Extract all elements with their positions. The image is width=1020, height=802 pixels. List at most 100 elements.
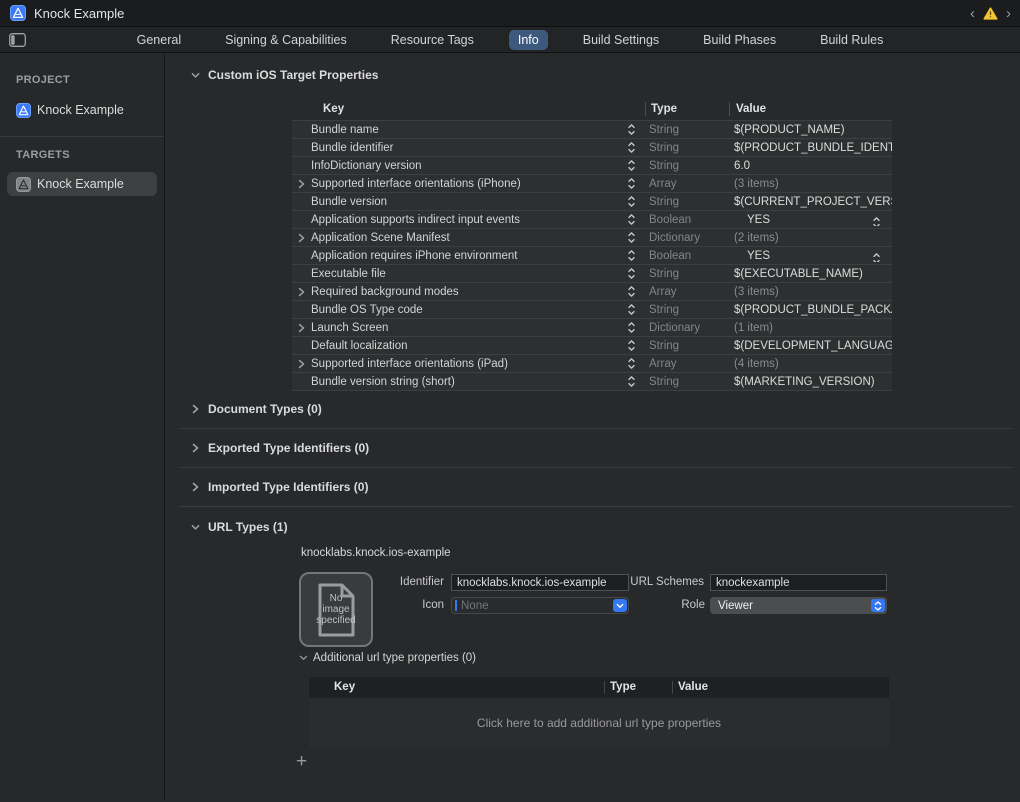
key-stepper-icon[interactable] [626, 141, 649, 154]
plist-row[interactable]: Required background modesArray(3 items) [292, 282, 892, 300]
row-type[interactable]: Array [649, 286, 734, 298]
row-value[interactable]: (2 items) [734, 232, 892, 244]
plist-row[interactable]: Supported interface orientations (iPhone… [292, 174, 892, 192]
plist-row[interactable]: Executable fileString$(EXECUTABLE_NAME) [292, 264, 892, 282]
row-value[interactable]: (4 items) [734, 358, 892, 370]
key-stepper-icon[interactable] [626, 231, 649, 244]
plist-row[interactable]: Default localizationString$(DEVELOPMENT_… [292, 336, 892, 354]
chevron-down-icon[interactable] [191, 524, 200, 531]
key-stepper-icon[interactable] [626, 195, 649, 208]
key-stepper-icon[interactable] [626, 357, 649, 370]
tab-info[interactable]: Info [509, 30, 548, 50]
identifier-input[interactable] [451, 574, 629, 591]
row-value[interactable]: $(PRODUCT_BUNDLE_PACKA [734, 304, 892, 316]
add-url-type-button[interactable]: + [296, 752, 307, 771]
nav-back-icon[interactable]: ‹ [969, 6, 976, 21]
key-stepper-icon[interactable] [626, 159, 649, 172]
key-stepper-icon[interactable] [626, 249, 649, 262]
url-type-image-well[interactable]: Noimagespecified [299, 572, 373, 647]
url-schemes-input[interactable] [710, 574, 887, 591]
row-value[interactable]: YES [734, 250, 892, 262]
warning-icon[interactable] [983, 7, 998, 20]
row-value[interactable]: 6.0 [734, 160, 892, 172]
tab-general[interactable]: General [128, 30, 190, 50]
icon-combobox[interactable]: None [451, 597, 629, 614]
row-type[interactable]: String [649, 304, 734, 316]
role-popup-button[interactable]: Viewer [710, 597, 887, 614]
additional-table-empty-area[interactable]: Click here to add additional url type pr… [309, 698, 889, 748]
plist-row[interactable]: Application supports indirect input even… [292, 210, 892, 228]
row-type[interactable]: Boolean [649, 214, 734, 226]
row-value[interactable]: $(DEVELOPMENT_LANGUAGI [734, 340, 892, 352]
key-stepper-icon[interactable] [626, 339, 649, 352]
nav-forward-icon[interactable]: › [1005, 6, 1012, 21]
row-type[interactable]: Array [649, 358, 734, 370]
disclosure-chevron-icon[interactable] [292, 323, 311, 333]
row-type[interactable]: String [649, 196, 734, 208]
section-document-types-0[interactable]: Document Types (0) [191, 402, 322, 416]
section-custom-ios-target-properties[interactable]: Custom iOS Target Properties [191, 68, 378, 82]
row-type[interactable]: Dictionary [649, 322, 734, 334]
row-value[interactable]: (1 item) [734, 322, 892, 334]
row-value[interactable]: $(CURRENT_PROJECT_VERS [734, 196, 892, 208]
key-stepper-icon[interactable] [626, 177, 649, 190]
disclosure-chevron-icon[interactable] [292, 359, 311, 369]
row-value[interactable]: $(EXECUTABLE_NAME) [734, 268, 892, 280]
sidebar-item-project[interactable]: Knock Example [7, 98, 157, 122]
plist-row[interactable]: Bundle OS Type codeString$(PRODUCT_BUNDL… [292, 300, 892, 318]
key-stepper-icon[interactable] [626, 303, 649, 316]
row-type[interactable]: String [649, 124, 734, 136]
plist-row[interactable]: Bundle versionString$(CURRENT_PROJECT_VE… [292, 192, 892, 210]
row-value[interactable]: $(MARKETING_VERSION) [734, 376, 892, 388]
tab-build-rules[interactable]: Build Rules [811, 30, 892, 50]
key-stepper-icon[interactable] [626, 285, 649, 298]
plist-row[interactable]: Launch ScreenDictionary(1 item) [292, 318, 892, 336]
plist-row[interactable]: Supported interface orientations (iPad)A… [292, 354, 892, 372]
plist-row[interactable]: Bundle version string (short)String$(MAR… [292, 372, 892, 390]
sidebar-item-target[interactable]: Knock Example [7, 172, 157, 196]
value-stepper-icon[interactable] [872, 216, 881, 226]
key-stepper-icon[interactable] [626, 321, 649, 334]
row-type[interactable]: String [649, 268, 734, 280]
key-stepper-icon[interactable] [626, 267, 649, 280]
section-exported-type-identifiers-0[interactable]: Exported Type Identifiers (0) [191, 441, 369, 455]
row-type[interactable]: Dictionary [649, 232, 734, 244]
chevron-down-icon[interactable] [299, 655, 308, 661]
chevron-right-icon[interactable] [191, 404, 200, 414]
section-url-types[interactable]: URL Types (1) [191, 520, 288, 534]
row-value[interactable]: (3 items) [734, 286, 892, 298]
chevron-right-icon[interactable] [191, 482, 200, 492]
plist-row[interactable]: Bundle identifierString$(PRODUCT_BUNDLE_… [292, 138, 892, 156]
key-stepper-icon[interactable] [626, 123, 649, 136]
add-properties-hint[interactable]: Click here to add additional url type pr… [477, 716, 721, 730]
plist-row[interactable]: InfoDictionary versionString6.0 [292, 156, 892, 174]
row-value[interactable]: $(PRODUCT_NAME) [734, 124, 892, 136]
row-type[interactable]: Array [649, 178, 734, 190]
tab-resource-tags[interactable]: Resource Tags [382, 30, 483, 50]
row-value[interactable]: (3 items) [734, 178, 892, 190]
value-stepper-icon[interactable] [872, 252, 881, 262]
chevron-right-icon[interactable] [191, 443, 200, 453]
tab-signing-capabilities[interactable]: Signing & Capabilities [216, 30, 356, 50]
disclosure-chevron-icon[interactable] [292, 287, 311, 297]
tab-build-settings[interactable]: Build Settings [574, 30, 668, 50]
additional-url-properties-header[interactable]: Additional url type properties (0) [299, 652, 476, 664]
popup-stepper-button[interactable] [871, 599, 885, 612]
row-value[interactable]: $(PRODUCT_BUNDLE_IDENT [734, 142, 892, 154]
row-type[interactable]: String [649, 142, 734, 154]
row-type[interactable]: Boolean [649, 250, 734, 262]
plist-row[interactable]: Application Scene ManifestDictionary(2 i… [292, 228, 892, 246]
row-type[interactable]: String [649, 160, 734, 172]
tab-build-phases[interactable]: Build Phases [694, 30, 785, 50]
key-stepper-icon[interactable] [626, 213, 649, 226]
key-stepper-icon[interactable] [626, 375, 649, 388]
row-type[interactable]: String [649, 376, 734, 388]
disclosure-chevron-icon[interactable] [292, 179, 311, 189]
chevron-down-icon[interactable] [191, 72, 200, 79]
row-value[interactable]: YES [734, 214, 892, 226]
combobox-dropdown-button[interactable] [613, 599, 627, 612]
sidebar-toggle-icon[interactable] [9, 33, 26, 52]
plist-row[interactable]: Application requires iPhone environmentB… [292, 246, 892, 264]
row-type[interactable]: String [649, 340, 734, 352]
plist-row[interactable]: Bundle nameString$(PRODUCT_NAME) [292, 120, 892, 138]
